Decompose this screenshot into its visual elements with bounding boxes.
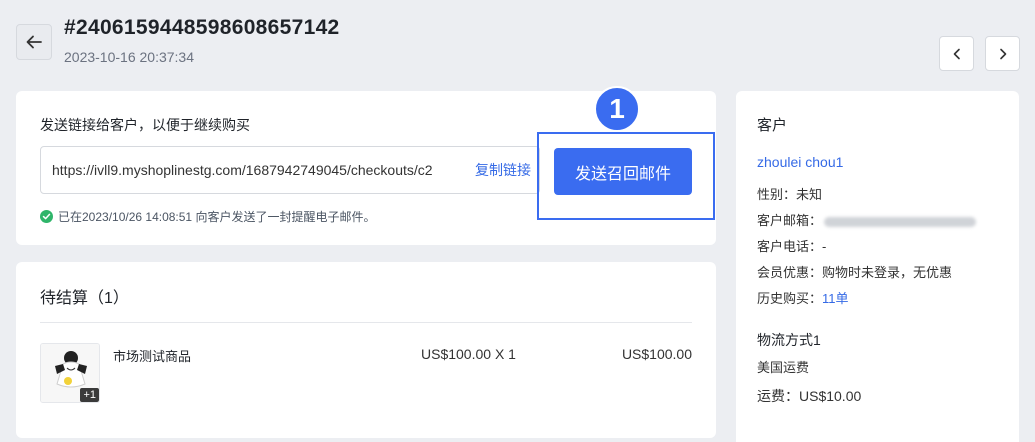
email-label: 客户邮箱： — [757, 213, 823, 228]
purchase-history: 历史购买：11单 — [757, 288, 849, 307]
product-price-quantity: US$100.00 X 1 — [421, 346, 516, 362]
gender-value: 未知 — [796, 187, 823, 202]
shipping-method: 美国运费 — [757, 360, 810, 375]
shipping-fee-value: US$10.00 — [799, 388, 862, 404]
check-circle-icon — [40, 210, 53, 223]
order-id: #2406159448598608657142 — [64, 16, 340, 39]
checkout-link-value: https://ivll9.myshoplinestg.com/16879427… — [52, 162, 433, 178]
shipping-fee: 运费：US$10.00 — [757, 386, 861, 406]
send-link-title: 发送链接给客户，以便于继续购买 — [40, 117, 250, 133]
pending-title: 待结算（1） — [40, 290, 129, 307]
member-label: 会员优惠： — [757, 265, 823, 280]
history-label: 历史购买： — [757, 291, 823, 306]
gender-label: 性别： — [757, 187, 797, 202]
customer-card: 客户 zhoulei chou1 性别：未知 客户邮箱： 客户电话：- 会员优惠… — [736, 91, 1019, 442]
member-value: 购物时未登录，无优惠 — [822, 265, 953, 280]
chevron-right-icon — [999, 48, 1006, 59]
history-orders-link[interactable]: 11单 — [822, 291, 849, 306]
customer-name-link[interactable]: zhoulei chou1 — [757, 154, 843, 170]
customer-heading: 客户 — [757, 117, 788, 134]
customer-gender: 性别：未知 — [757, 184, 822, 203]
phone-value: - — [822, 239, 827, 254]
step-badge: 1 — [594, 86, 640, 132]
checkout-link-field[interactable]: https://ivll9.myshoplinestg.com/16879427… — [40, 146, 540, 194]
order-time: 2023-10-16 20:37:34 — [64, 49, 194, 65]
product-thumbnail[interactable]: +1 — [40, 343, 100, 403]
customer-phone: 客户电话：- — [757, 236, 826, 255]
status-text: 已在2023/10/26 14:08:51 向客户发送了一封提醒电子邮件。 — [58, 210, 376, 224]
more-images-badge: +1 — [80, 388, 99, 402]
previous-order-button[interactable] — [939, 36, 974, 71]
member-discount: 会员优惠：购物时未登录，无优惠 — [757, 262, 952, 281]
pending-checkout-card: 待结算（1） +1 市场测试商品 US$100.00 X 1 US$100.00 — [16, 262, 716, 438]
email-value-blurred — [824, 216, 977, 227]
copy-link-button[interactable]: 复制链接 — [475, 160, 531, 180]
customer-email: 客户邮箱： — [757, 210, 977, 229]
product-total: US$100.00 — [621, 346, 692, 362]
next-order-button[interactable] — [985, 36, 1020, 71]
product-name[interactable]: 市场测试商品 — [113, 346, 191, 365]
send-link-card: 发送链接给客户，以便于继续购买 https://ivll9.myshopline… — [16, 86, 716, 245]
email-sent-status: 已在2023/10/26 14:08:51 向客户发送了一封提醒电子邮件。 — [40, 208, 375, 225]
arrow-left-icon — [26, 35, 42, 49]
shipping-heading: 物流方式1 — [757, 332, 821, 348]
phone-label: 客户电话： — [757, 239, 823, 254]
chevron-left-icon — [953, 48, 960, 59]
send-recall-email-button[interactable]: 发送召回邮件 — [554, 148, 692, 195]
divider — [40, 322, 692, 323]
back-button[interactable] — [16, 24, 52, 60]
shipping-fee-label: 运费： — [757, 388, 799, 404]
